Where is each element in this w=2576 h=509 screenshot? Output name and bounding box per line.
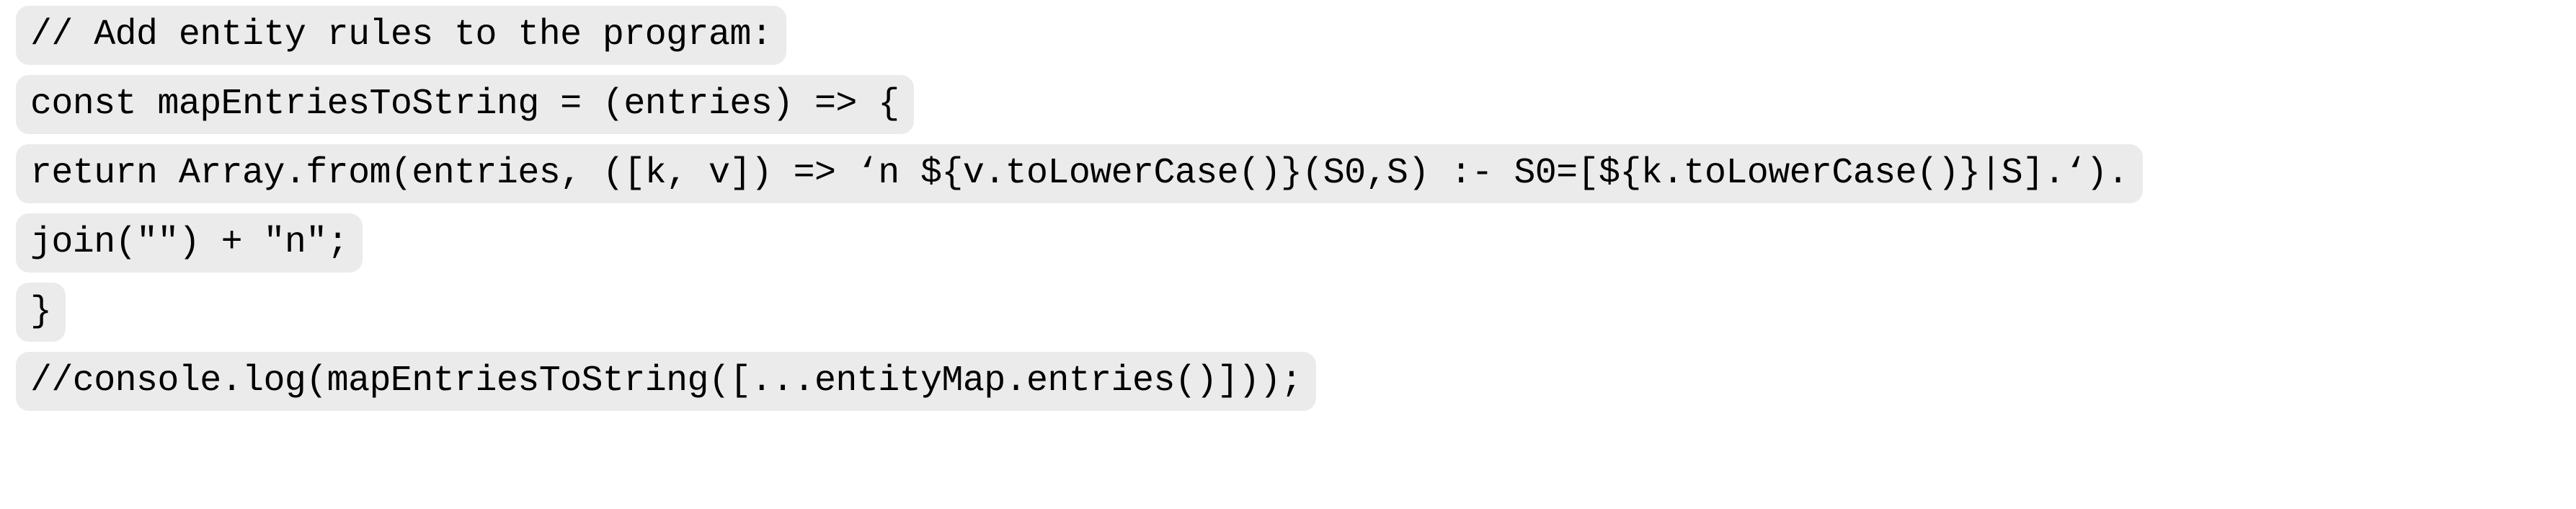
- code-line-6: //console.log(mapEntriesToString([...ent…: [16, 352, 1317, 411]
- code-line-3: return Array.from(entries, ([k, v]) => ‘…: [16, 144, 2144, 203]
- code-block: // Add entity rules to the program: cons…: [0, 0, 2576, 509]
- code-line-1: // Add entity rules to the program:: [16, 6, 787, 65]
- code-line-4: join("") + "n";: [16, 213, 363, 273]
- code-line-5: }: [16, 283, 66, 342]
- code-line-2: const mapEntriesToString = (entries) => …: [16, 75, 914, 134]
